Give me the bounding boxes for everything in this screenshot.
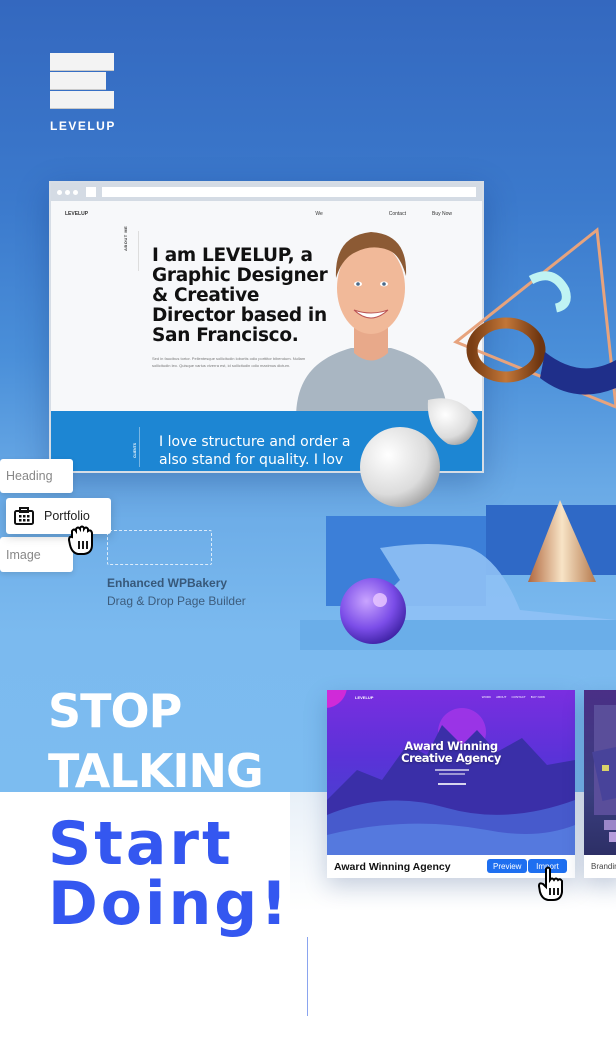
thumb-nav-link: WORK bbox=[481, 695, 492, 699]
pointer-hand-cursor-icon bbox=[537, 866, 563, 901]
slogan-line: STOP bbox=[48, 684, 182, 738]
decorative-shapes bbox=[300, 227, 616, 650]
slogan-line: Start bbox=[48, 809, 234, 879]
thumb-nav-link: CONTACT bbox=[511, 695, 526, 699]
purple-sphere-shape bbox=[340, 578, 406, 644]
feature-subtitle: Drag & Drop Page Builder bbox=[107, 594, 246, 608]
demo-card[interactable]: Branding bbox=[584, 690, 616, 878]
wood-ring-shape bbox=[466, 317, 546, 383]
thumb-nav-link: BUY NOW bbox=[530, 695, 545, 699]
thumb-title: Award Winning Creative Agency bbox=[327, 740, 575, 764]
preview-button[interactable]: Preview bbox=[487, 859, 528, 873]
element-label: Image bbox=[6, 547, 41, 562]
element-heading[interactable]: Heading bbox=[0, 459, 73, 493]
thumb-cta bbox=[438, 783, 466, 785]
element-image[interactable]: Image bbox=[0, 537, 73, 572]
vertical-divider bbox=[307, 937, 308, 1016]
element-label: Portfolio bbox=[44, 509, 90, 523]
feature-title: Enhanced WPBakery bbox=[107, 576, 228, 590]
marble-hemisphere-shape bbox=[427, 398, 478, 445]
thumb-subtitle bbox=[435, 769, 469, 771]
thumb-logo: LEVELUP bbox=[355, 695, 374, 700]
drop-zone[interactable] bbox=[107, 530, 212, 565]
demo-card[interactable]: LEVELUP WORK ABOUT CONTACT BUY NOW Award… bbox=[327, 690, 575, 878]
terrazzo-arc-shape bbox=[540, 352, 616, 395]
demo-thumbnail[interactable] bbox=[584, 690, 616, 855]
thumb-nav-link: ABOUT bbox=[496, 695, 507, 699]
branding-mockup-image bbox=[592, 705, 616, 842]
demo-name: Branding bbox=[591, 862, 616, 871]
slogan-line: TALKING bbox=[48, 744, 264, 798]
demo-footer: Branding bbox=[584, 855, 616, 878]
marble-sphere-shape bbox=[360, 427, 440, 507]
demo-name: Award Winning Agency bbox=[334, 860, 451, 873]
thumb-title-line: Creative Agency bbox=[401, 751, 501, 765]
element-label: Heading bbox=[6, 469, 53, 483]
thumb-nav: WORK ABOUT CONTACT BUY NOW bbox=[482, 695, 545, 699]
demo-thumbnail[interactable]: LEVELUP WORK ABOUT CONTACT BUY NOW Award… bbox=[327, 690, 575, 855]
thumb-subtitle bbox=[439, 773, 465, 775]
portfolio-grid-icon bbox=[14, 507, 34, 525]
slogan-line: Doing! bbox=[48, 869, 291, 939]
holo-arc-shape bbox=[528, 271, 571, 313]
grab-cursor-icon bbox=[67, 525, 93, 555]
